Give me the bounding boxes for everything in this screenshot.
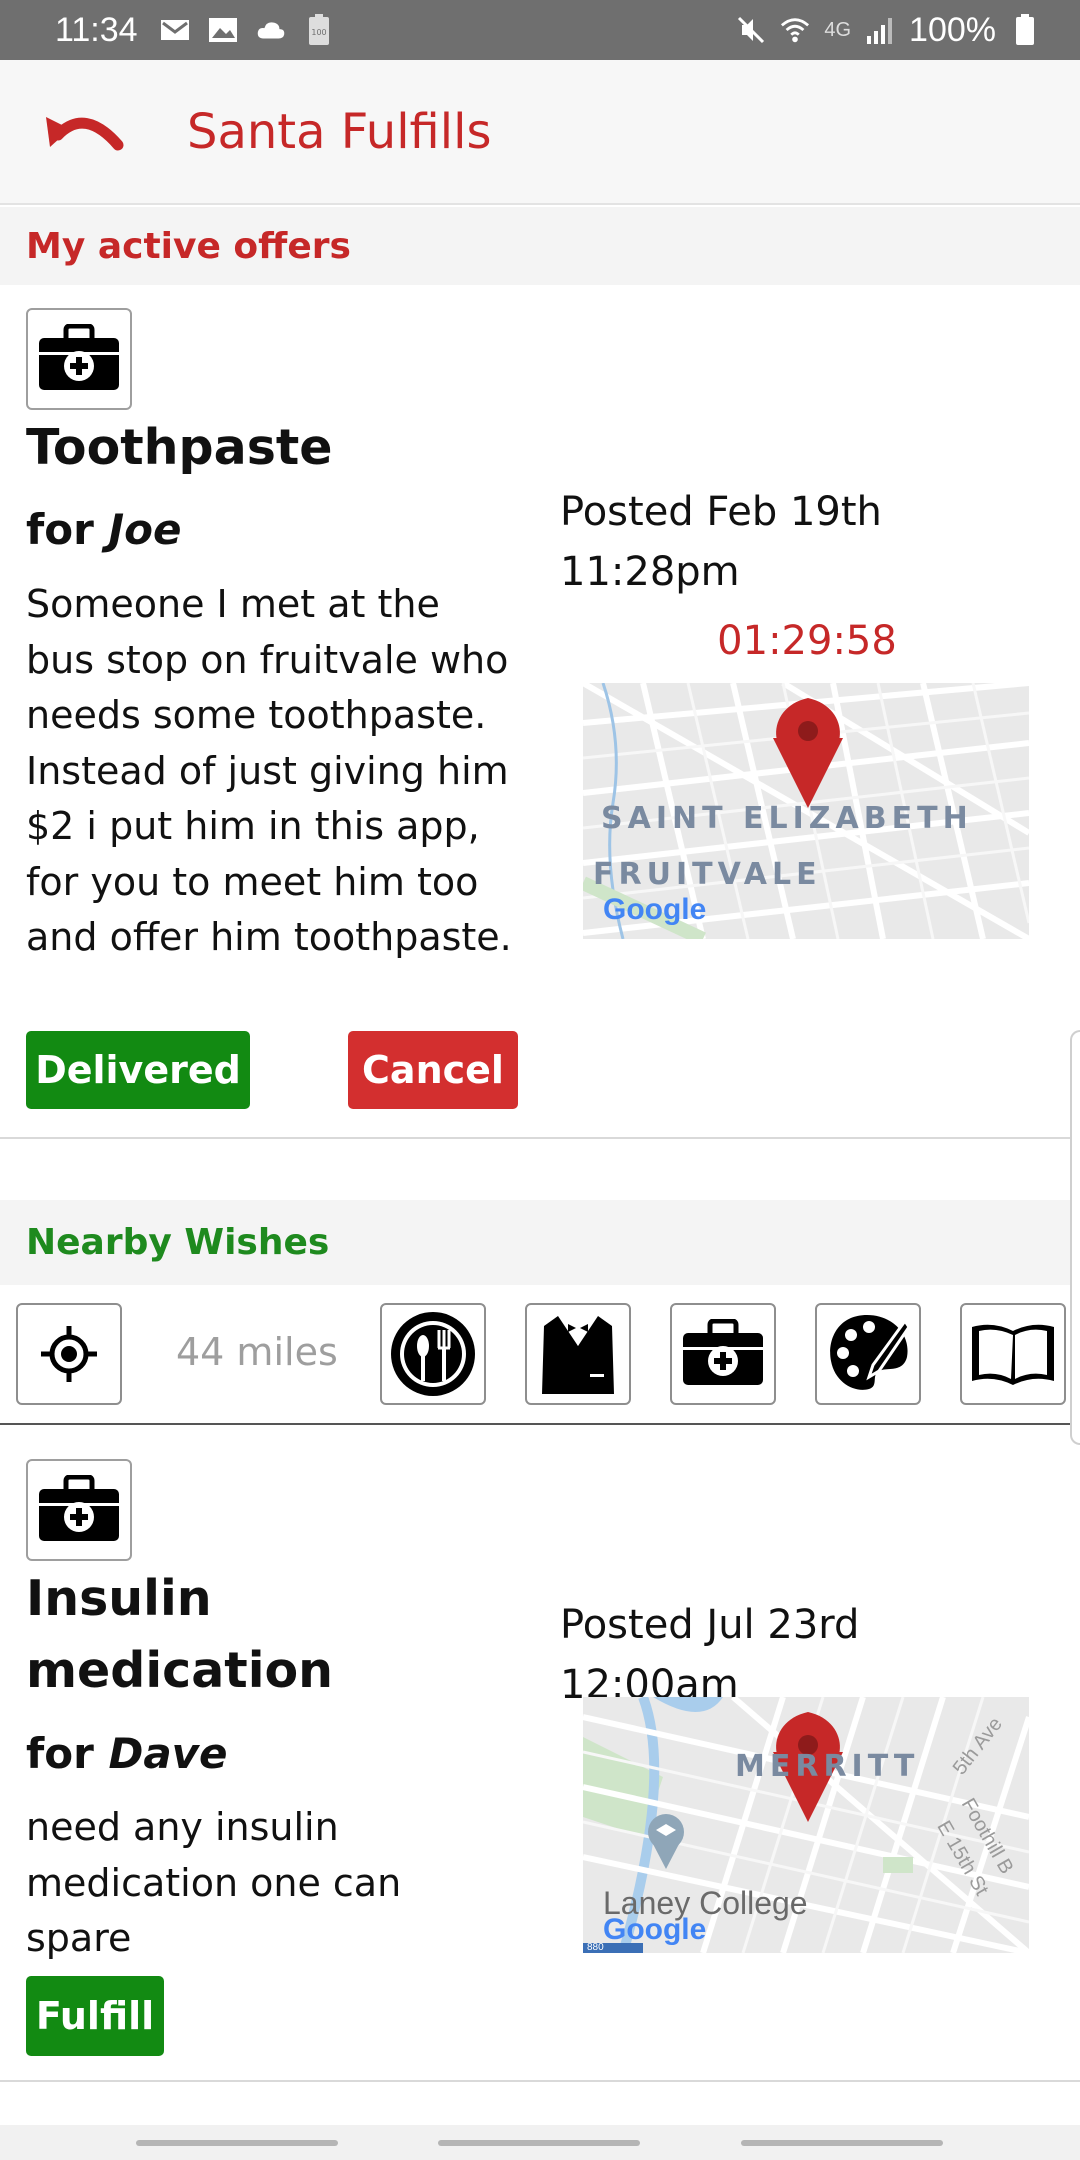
offer-countdown: 01:29:58 — [717, 618, 897, 664]
app-title: Santa Fulfills — [187, 103, 492, 160]
medkit-icon — [39, 1475, 119, 1541]
gallery-icon — [208, 17, 238, 43]
delivered-button[interactable]: Delivered — [26, 1031, 250, 1109]
active-offers-heading: My active offers — [0, 207, 1080, 285]
posted-date: Posted Jul 23rd — [560, 1602, 860, 1648]
filter-food-button[interactable] — [380, 1303, 486, 1405]
google-logo: Google — [603, 1913, 707, 1946]
offer-map[interactable]: SAINT ELIZABETH FRUITVALE Google — [583, 683, 1029, 939]
battery-percent: 100% — [909, 10, 996, 49]
wifi-icon — [780, 17, 810, 43]
recipient-name: Dave — [108, 1729, 228, 1778]
wish-title: Insulin medication — [26, 1563, 333, 1707]
offer-description: Someone I met at the bus stop on fruitva… — [26, 582, 512, 959]
wish-divider — [0, 2080, 1080, 2082]
offers-divider — [0, 1137, 1080, 1139]
nav-recent-button[interactable] — [136, 2140, 338, 2146]
book-icon — [972, 1324, 1054, 1385]
gmail-icon — [160, 17, 190, 43]
fulfill-button[interactable]: Fulfill — [26, 1976, 164, 2056]
nav-back-button[interactable] — [741, 2140, 943, 2146]
for-prefix: for — [26, 505, 94, 554]
app-bar: Santa Fulfills — [0, 60, 1080, 205]
map-label-saint-elizabeth: SAINT ELIZABETH — [601, 801, 973, 836]
wish-category-badge — [26, 1459, 132, 1561]
battery-level-text: 100 — [311, 28, 326, 37]
filter-books-button[interactable] — [960, 1303, 1066, 1405]
battery-icon — [1010, 14, 1040, 45]
undo-arrow-icon — [46, 116, 124, 150]
navigation-bar — [0, 2125, 1080, 2160]
for-prefix: for — [26, 1729, 94, 1778]
battery-status-icon: 100 — [304, 14, 334, 45]
wish-recipient: for Dave — [26, 1729, 228, 1778]
nearby-wishes-heading: Nearby Wishes — [0, 1200, 1080, 1285]
back-button[interactable] — [35, 92, 135, 172]
clothing-icon — [542, 1316, 614, 1394]
notification-icons: 100 — [160, 14, 334, 45]
wish-card: Insulin medication for Dave need any ins… — [0, 1427, 1080, 2080]
filter-medical-button[interactable] — [670, 1303, 776, 1405]
posted-date: Posted Feb 19th — [560, 489, 882, 535]
filter-row: 44 miles — [0, 1285, 1080, 1425]
nav-home-button[interactable] — [438, 2140, 640, 2146]
system-icons: 4G 100% — [736, 11, 1040, 50]
cloud-icon — [256, 17, 286, 43]
mute-icon — [736, 16, 766, 44]
medkit-icon — [683, 1319, 763, 1385]
map-label-fruitvale: FRUITVALE — [593, 857, 822, 892]
posted-time: 11:28pm — [560, 549, 740, 595]
network-type: 4G — [824, 18, 852, 41]
edge-panel-handle[interactable] — [1070, 1030, 1080, 1445]
medkit-icon — [39, 324, 119, 390]
wish-map[interactable]: MERRITT Laney College 5th Ave Foothill B… — [583, 1697, 1029, 1953]
wish-description: need any insulin medication one can spar… — [26, 1805, 402, 1960]
wish-title-line1: Insulin — [26, 1570, 212, 1627]
art-palette-icon — [830, 1315, 911, 1390]
map-label-merritt: MERRITT — [735, 1749, 920, 1784]
cancel-button[interactable]: Cancel — [348, 1031, 518, 1109]
wish-title-line2: medication — [26, 1642, 334, 1699]
distance-label: 44 miles — [176, 1330, 338, 1374]
recipient-name: Joe — [108, 505, 182, 554]
offer-recipient: for Joe — [26, 505, 181, 554]
location-target-icon — [41, 1326, 97, 1382]
offer-posted: Posted Feb 19th 11:28pm — [560, 482, 882, 602]
google-logo: Google — [603, 893, 707, 926]
offer-title: Toothpaste — [26, 419, 333, 476]
food-icon — [391, 1312, 475, 1396]
active-offer-card: Toothpaste for Joe Someone I met at the … — [0, 285, 1080, 1137]
filter-clothing-button[interactable] — [525, 1303, 631, 1405]
status-time: 11:34 — [55, 10, 138, 49]
highway-shield: 880 — [587, 1942, 604, 1953]
signal-icon — [865, 17, 895, 44]
offer-category-badge — [26, 308, 132, 410]
locate-button[interactable] — [16, 1303, 122, 1405]
filter-art-button[interactable] — [815, 1303, 921, 1405]
status-bar: 11:34 100 4G 100% — [0, 0, 1080, 60]
